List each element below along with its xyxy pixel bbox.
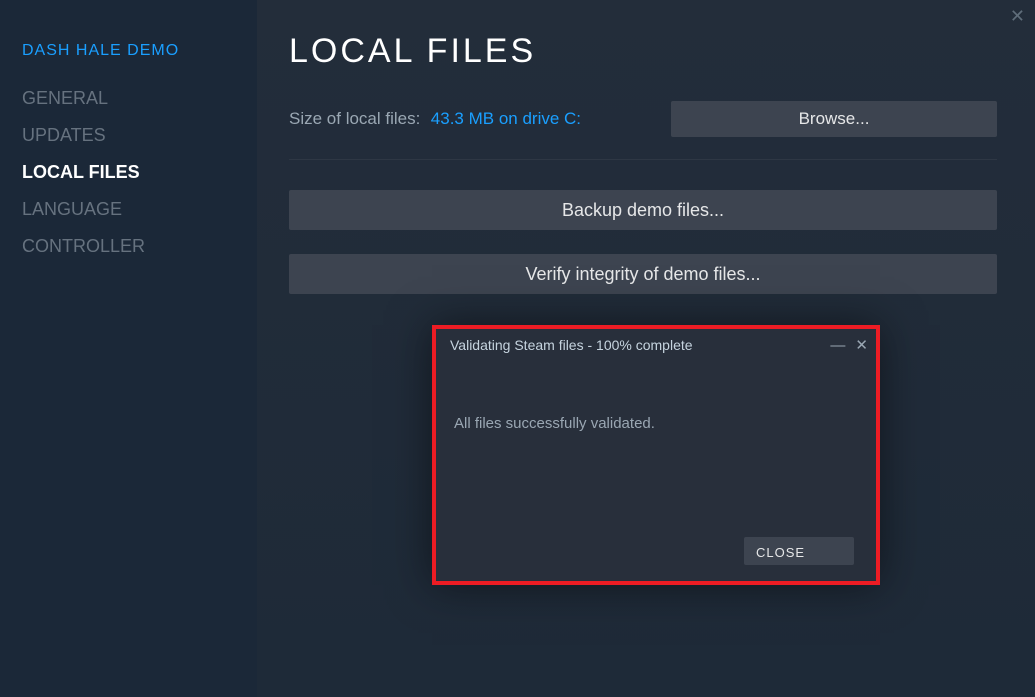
sidebar-item-general[interactable]: GENERAL	[22, 88, 257, 109]
sidebar-item-local-files[interactable]: LOCAL FILES	[22, 162, 257, 183]
size-text: Size of local files: 43.3 MB on drive C:	[289, 109, 581, 129]
modal-footer: CLOSE	[744, 537, 854, 565]
browse-button[interactable]: Browse...	[671, 101, 997, 137]
minimize-icon[interactable]: —	[830, 338, 845, 353]
sidebar-item-updates[interactable]: UPDATES	[22, 125, 257, 146]
modal-message: All files successfully validated.	[454, 415, 655, 432]
sidebar-item-language[interactable]: LANGUAGE	[22, 199, 257, 220]
size-row: Size of local files: 43.3 MB on drive C:…	[289, 101, 997, 137]
page-title: LOCAL FILES	[289, 32, 997, 71]
close-icon[interactable]: ✕	[855, 338, 868, 353]
modal-window-controls: — ✕	[830, 338, 868, 353]
close-icon[interactable]: ✕	[1010, 6, 1025, 27]
app-root: DASH HALE DEMO GENERAL UPDATES LOCAL FIL…	[0, 0, 1035, 697]
size-label: Size of local files:	[289, 109, 420, 128]
divider	[289, 159, 997, 160]
modal-title: Validating Steam files - 100% complete	[450, 337, 693, 353]
close-button[interactable]: CLOSE	[744, 537, 854, 565]
modal-body: All files successfully validated.	[436, 361, 876, 432]
verify-button[interactable]: Verify integrity of demo files...	[289, 254, 997, 294]
sidebar: DASH HALE DEMO GENERAL UPDATES LOCAL FIL…	[0, 0, 257, 697]
modal-titlebar: Validating Steam files - 100% complete —…	[436, 329, 876, 361]
sidebar-title[interactable]: DASH HALE DEMO	[22, 42, 257, 60]
sidebar-item-controller[interactable]: CONTROLLER	[22, 236, 257, 257]
size-value[interactable]: 43.3 MB on drive C:	[431, 109, 581, 128]
validation-modal: Validating Steam files - 100% complete —…	[432, 325, 880, 585]
backup-button[interactable]: Backup demo files...	[289, 190, 997, 230]
